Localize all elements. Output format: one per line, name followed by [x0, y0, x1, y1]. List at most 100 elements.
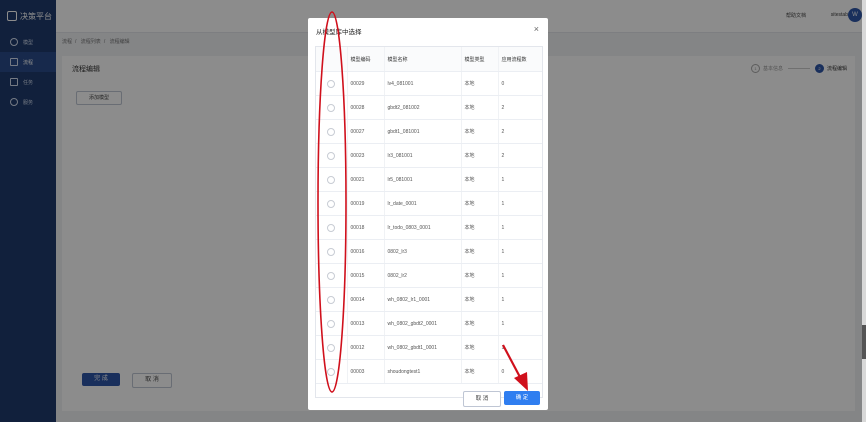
- cell-model-name: gbdt1_081001: [384, 119, 462, 144]
- cell-model-name: 0802_lr3: [384, 239, 462, 264]
- table-row[interactable]: 00027 gbdt1_081001 本地 2: [316, 119, 542, 144]
- row-radio-button[interactable]: [327, 79, 335, 88]
- select-model-dialog: 从模型库中选择 × 模型编码 模型名称 模型类型 应用流程数 00029 lv4_…: [308, 18, 548, 410]
- table-row[interactable]: 00014 wh_0802_lr1_0001 本地 1: [316, 287, 542, 312]
- column-header-name: 模型名称: [384, 47, 462, 72]
- table-row[interactable]: 00003 shoudongtest1 本地 0: [316, 359, 542, 384]
- row-select-cell[interactable]: [316, 287, 348, 312]
- row-select-cell[interactable]: [316, 95, 348, 120]
- table-row[interactable]: 00012 wh_0802_gbdt1_0001 本地 1: [316, 335, 542, 360]
- row-select-cell[interactable]: [316, 263, 348, 288]
- cell-model-code: 00012: [347, 335, 385, 360]
- row-radio-button[interactable]: [327, 103, 335, 112]
- dialog-footer: 取 消 确 定: [308, 391, 548, 410]
- cell-flow-count: 1: [498, 215, 542, 240]
- cell-model-type: 本地: [461, 143, 499, 168]
- cell-model-type: 本地: [461, 95, 499, 120]
- cell-model-code: 00013: [347, 311, 385, 336]
- cell-model-code: 00029: [347, 71, 385, 96]
- row-select-cell[interactable]: [316, 167, 348, 192]
- cell-model-name: lr_todo_0803_0001: [384, 215, 462, 240]
- page-scrollbar[interactable]: [862, 0, 866, 422]
- table-row[interactable]: 00016 0802_lr3 本地 1: [316, 239, 542, 264]
- cell-model-type: 本地: [461, 263, 499, 288]
- dialog-cancel-button[interactable]: 取 消: [463, 391, 501, 407]
- table-row[interactable]: 00018 lr_todo_0803_0001 本地 1: [316, 215, 542, 240]
- row-select-cell[interactable]: [316, 239, 348, 264]
- cell-model-code: 00028: [347, 95, 385, 120]
- table-header-row: 模型编码 模型名称 模型类型 应用流程数: [316, 47, 542, 72]
- cell-flow-count: 1: [498, 191, 542, 216]
- cell-model-type: 本地: [461, 71, 499, 96]
- cell-model-name: lr_date_0001: [384, 191, 462, 216]
- cell-model-code: 00019: [347, 191, 385, 216]
- table-row[interactable]: 00015 0802_lr2 本地 1: [316, 263, 542, 288]
- cell-model-name: wh_0802_lr1_0001: [384, 287, 462, 312]
- close-icon[interactable]: ×: [534, 24, 539, 34]
- row-radio-button[interactable]: [327, 343, 335, 352]
- app-root: 决策平台 模型 流程 任务 服务 帮助文档 sitestab W 流程 / 流程列…: [0, 0, 866, 422]
- dialog-title: 从模型库中选择: [316, 29, 362, 36]
- cell-flow-count: 1: [498, 167, 542, 192]
- cell-model-type: 本地: [461, 239, 499, 264]
- cell-model-name: lr5_081001: [384, 167, 462, 192]
- row-radio-button[interactable]: [327, 367, 335, 376]
- table-row[interactable]: 00023 lr3_081001 本地 2: [316, 143, 542, 168]
- dialog-confirm-button[interactable]: 确 定: [504, 391, 540, 405]
- row-select-cell[interactable]: [316, 143, 348, 168]
- row-radio-button[interactable]: [327, 295, 335, 304]
- cell-model-code: 00015: [347, 263, 385, 288]
- cell-model-type: 本地: [461, 335, 499, 360]
- cell-model-name: wh_0802_gbdt2_0001: [384, 311, 462, 336]
- table-row[interactable]: 00028 gbdt2_081002 本地 2: [316, 95, 542, 120]
- cell-model-type: 本地: [461, 167, 499, 192]
- cell-model-code: 00027: [347, 119, 385, 144]
- table-row[interactable]: 00019 lr_date_0001 本地 1: [316, 191, 542, 216]
- cell-flow-count: 2: [498, 143, 542, 168]
- cell-flow-count: 0: [498, 359, 542, 384]
- table-row[interactable]: 00013 wh_0802_gbdt2_0001 本地 1: [316, 311, 542, 336]
- row-radio-button[interactable]: [327, 199, 335, 208]
- scrollbar-thumb[interactable]: [862, 325, 866, 359]
- row-select-cell[interactable]: [316, 71, 348, 96]
- cell-model-type: 本地: [461, 287, 499, 312]
- column-header-select: [316, 47, 348, 72]
- cell-model-name: 0802_lr2: [384, 263, 462, 288]
- row-select-cell[interactable]: [316, 119, 348, 144]
- row-select-cell[interactable]: [316, 335, 348, 360]
- table-row[interactable]: 00021 lr5_081001 本地 1: [316, 167, 542, 192]
- cell-model-type: 本地: [461, 215, 499, 240]
- row-select-cell[interactable]: [316, 311, 348, 336]
- cell-flow-count: 1: [498, 263, 542, 288]
- cell-model-name: lv4_081001: [384, 71, 462, 96]
- cell-model-code: 00021: [347, 167, 385, 192]
- cell-flow-count: 1: [498, 311, 542, 336]
- column-header-type: 模型类型: [461, 47, 499, 72]
- cell-flow-count: 0: [498, 71, 542, 96]
- row-radio-button[interactable]: [327, 223, 335, 232]
- cell-flow-count: 2: [498, 95, 542, 120]
- cell-model-name: lr3_081001: [384, 143, 462, 168]
- cell-flow-count: 2: [498, 119, 542, 144]
- cell-model-type: 本地: [461, 119, 499, 144]
- row-radio-button[interactable]: [327, 127, 335, 136]
- cell-model-code: 00014: [347, 287, 385, 312]
- column-header-code: 模型编码: [347, 47, 385, 72]
- row-radio-button[interactable]: [327, 175, 335, 184]
- cell-model-name: shoudongtest1: [384, 359, 462, 384]
- row-radio-button[interactable]: [327, 271, 335, 280]
- row-radio-button[interactable]: [327, 319, 335, 328]
- table-row[interactable]: 00029 lv4_081001 本地 0: [316, 71, 542, 96]
- cell-model-code: 00003: [347, 359, 385, 384]
- cell-model-type: 本地: [461, 359, 499, 384]
- cell-flow-count: 1: [498, 335, 542, 360]
- row-select-cell[interactable]: [316, 359, 348, 384]
- row-select-cell[interactable]: [316, 215, 348, 240]
- cell-flow-count: 1: [498, 287, 542, 312]
- row-select-cell[interactable]: [316, 191, 348, 216]
- cell-flow-count: 1: [498, 239, 542, 264]
- row-radio-button[interactable]: [327, 151, 335, 160]
- cell-model-type: 本地: [461, 311, 499, 336]
- model-table: 模型编码 模型名称 模型类型 应用流程数 00029 lv4_081001 本地 0 0…: [315, 46, 543, 398]
- row-radio-button[interactable]: [327, 247, 335, 256]
